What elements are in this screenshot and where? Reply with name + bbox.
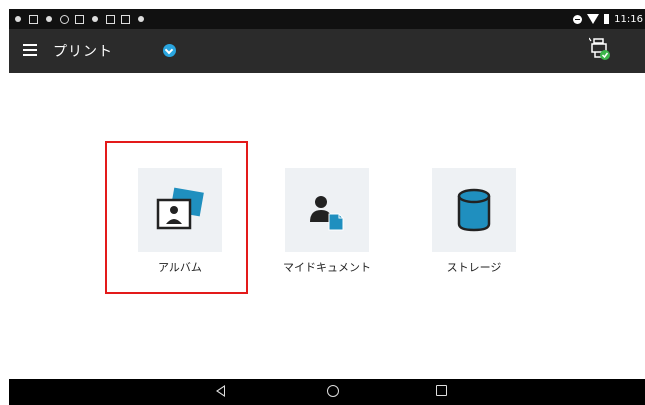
- chevron-down-icon[interactable]: [163, 44, 176, 57]
- wifi-icon: [587, 14, 600, 24]
- screenshot-icon: [29, 14, 38, 24]
- screen: 11:16 プリント アルバム マイドキュメント ストレージ: [0, 0, 645, 405]
- back-icon[interactable]: [216, 385, 225, 397]
- my-document-icon: [310, 196, 344, 231]
- battery-icon: [604, 14, 610, 24]
- wifi-notify-icon: [13, 14, 23, 24]
- app-bar: プリント: [9, 29, 645, 73]
- cast-icon: [44, 14, 54, 24]
- print-notify-icon: [106, 14, 115, 24]
- hamburger-menu-icon[interactable]: [23, 44, 37, 56]
- recent-apps-icon[interactable]: [436, 385, 447, 396]
- storage-tile[interactable]: [432, 168, 516, 252]
- download-icon: [121, 14, 130, 24]
- app-title: プリント: [53, 44, 113, 60]
- do-not-disturb-icon: [573, 14, 583, 24]
- mail-icon: [75, 14, 84, 24]
- storage-label: ストレージ: [446, 261, 502, 274]
- printer-status-icon[interactable]: [588, 37, 611, 63]
- navigation-bar: [9, 379, 645, 405]
- status-right: 11:16: [573, 12, 643, 26]
- my-document-label: マイドキュメント: [283, 261, 371, 274]
- sync-icon: [60, 14, 69, 24]
- storage-icon: [457, 188, 491, 232]
- record-icon: [90, 14, 100, 24]
- status-time: 11:16: [614, 13, 643, 25]
- home-icon[interactable]: [327, 385, 339, 397]
- status-bar: 11:16: [9, 9, 645, 29]
- chat-icon: [136, 14, 146, 24]
- selection-highlight: [105, 141, 248, 294]
- my-document-tile[interactable]: [285, 168, 369, 252]
- notification-icons: [13, 12, 146, 26]
